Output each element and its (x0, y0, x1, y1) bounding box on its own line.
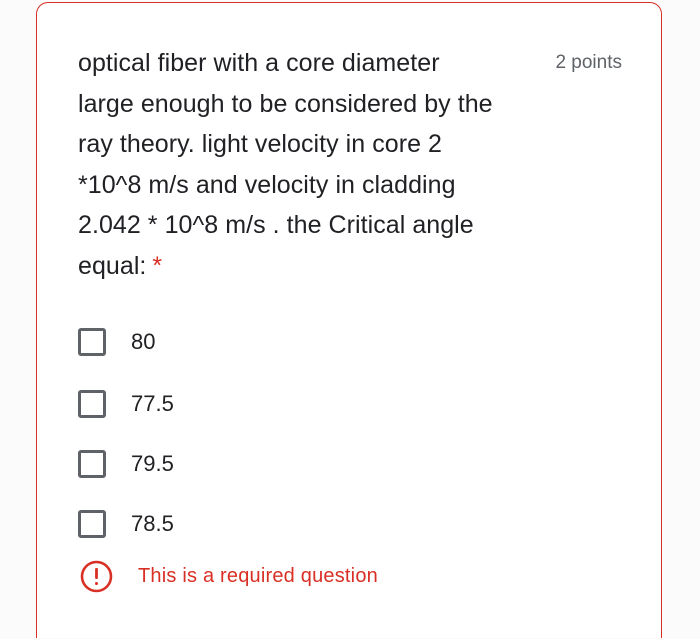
checkbox[interactable] (78, 328, 106, 356)
checkbox[interactable] (78, 390, 106, 418)
points-label: 2 points (555, 52, 622, 73)
question-text: optical fiber with a core diameter large… (78, 43, 543, 286)
option-label[interactable]: 79.5 (131, 451, 174, 477)
option-label[interactable]: 80 (131, 329, 155, 355)
validation-error: This is a required question (80, 560, 378, 593)
question-line: equal: (78, 251, 147, 280)
checkbox[interactable] (78, 450, 106, 478)
option-label[interactable]: 78.5 (131, 511, 174, 537)
question-line: *10^8 m/s and velocity in cladding (78, 170, 456, 199)
question-line: 2.042 * 10^8 m/s . the Critical angle (78, 211, 474, 239)
option-row[interactable]: 77.5 (78, 387, 174, 421)
error-message: This is a required question (138, 565, 378, 587)
option-row[interactable]: 80 (78, 325, 155, 359)
question-line: ray theory. light velocity in core 2 (78, 130, 442, 158)
question-line: large enough to be considered by the (78, 89, 493, 118)
form-page: optical fiber with a core diameter large… (0, 0, 700, 639)
option-row[interactable]: 78.5 (78, 507, 174, 541)
error-icon (80, 560, 113, 593)
option-label[interactable]: 77.5 (131, 391, 174, 417)
question-line-last: equal: * (78, 246, 543, 287)
checkbox[interactable] (78, 510, 106, 538)
required-asterisk: * (152, 251, 163, 280)
question-line: optical fiber with a core diameter (78, 49, 440, 77)
option-row[interactable]: 79.5 (78, 447, 174, 481)
